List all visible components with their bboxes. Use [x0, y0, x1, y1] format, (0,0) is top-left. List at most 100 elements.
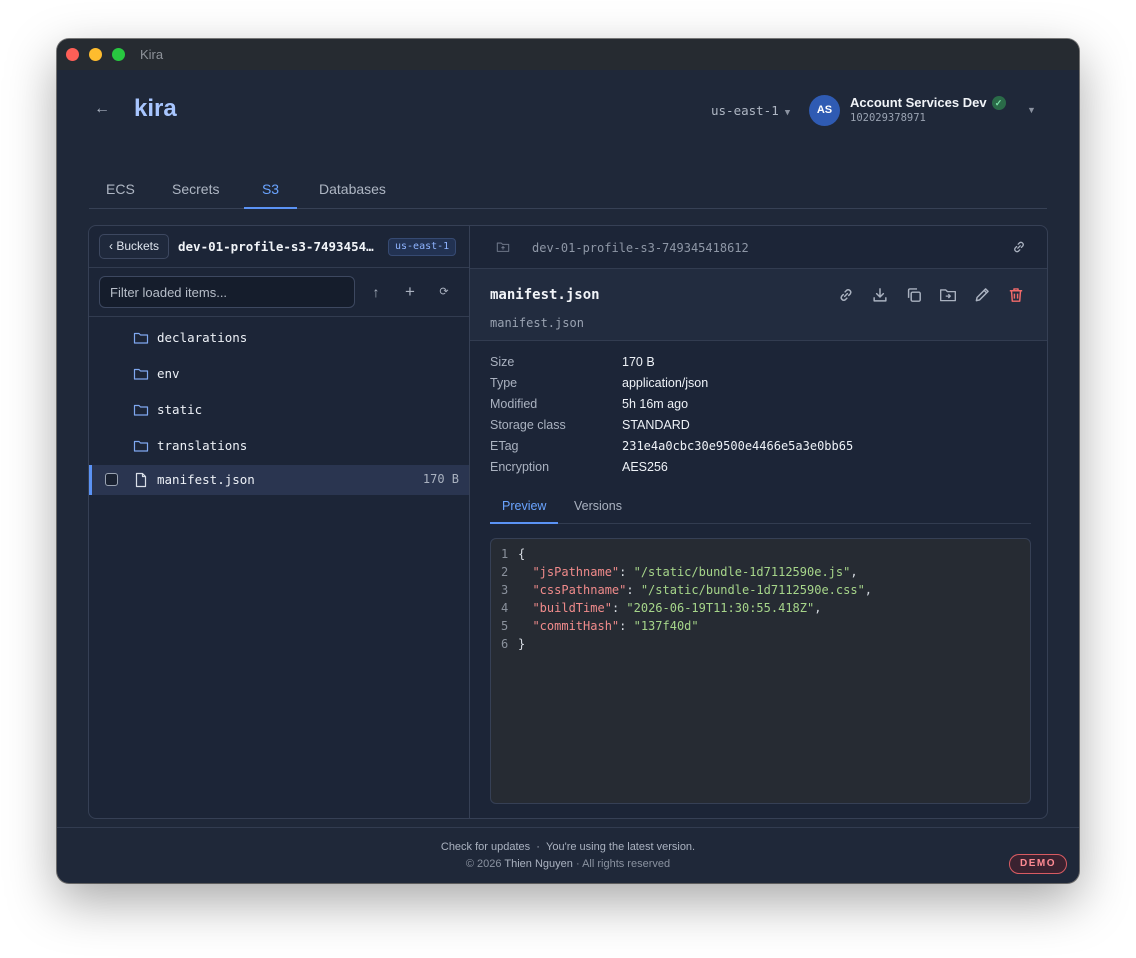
copy-link-icon[interactable] — [837, 286, 855, 304]
minimize-window-button[interactable] — [89, 48, 102, 61]
account-name[interactable]: Account Services Dev ✓ — [850, 95, 1006, 110]
check-updates-link[interactable]: Check for updates — [441, 841, 530, 853]
list-item-name: declarations — [157, 330, 248, 345]
filter-input[interactable] — [99, 276, 355, 308]
code-line: 1{ — [491, 545, 1030, 563]
json-value: "/static/bundle-1d7112590e.js" — [633, 565, 851, 579]
list-item-name: translations — [157, 438, 248, 453]
folder-icon — [133, 332, 149, 344]
upload-arrow-icon[interactable]: ↑ — [367, 283, 385, 301]
list-item[interactable]: declarations — [89, 323, 469, 353]
preview-tabs: Preview Versions — [490, 490, 1031, 524]
code-line: 6} — [491, 635, 1030, 653]
list-item-name: manifest.json — [157, 472, 255, 487]
tab-ecs[interactable]: ECS — [106, 181, 135, 209]
move-to-folder-icon[interactable] — [939, 286, 957, 304]
list-item[interactable]: env — [89, 359, 469, 389]
chevron-down-icon: ▼ — [784, 108, 791, 118]
meta-modified: 5h 16m ago — [622, 397, 689, 411]
list-item[interactable]: translations — [89, 431, 469, 461]
file-key: manifest.json — [490, 316, 584, 330]
app-name: kira — [134, 95, 177, 122]
meta-encryption-label: Encryption — [490, 460, 550, 474]
verified-check-icon: ✓ — [991, 96, 1006, 110]
code-text: "buildTime": "2026-06-19T11:30:55.418Z", — [532, 601, 822, 615]
zoom-window-button[interactable] — [112, 48, 125, 61]
line-number: 4 — [501, 601, 509, 615]
window-title: Kira — [140, 47, 164, 62]
tab-databases[interactable]: Databases — [319, 181, 386, 209]
footer: Check for updates · You're using the lat… — [57, 827, 1079, 883]
tab-versions[interactable]: Versions — [574, 499, 622, 524]
demo-badge: DEMO — [1009, 854, 1067, 874]
meta-type-label: Type — [490, 376, 518, 390]
author-name: Thien Nguyen — [504, 858, 573, 870]
code-text: "jsPathname": "/static/bundle-1d7112590e… — [532, 565, 858, 579]
code-text: "commitHash": "137f40d" — [532, 619, 699, 633]
meta-size-label: Size — [490, 355, 515, 369]
edit-pencil-icon[interactable] — [973, 286, 991, 304]
title-bar: Kira — [57, 39, 1079, 70]
tab-secrets[interactable]: Secrets — [172, 181, 219, 209]
main-tabs: ECS Secrets S3 Databases — [89, 174, 1047, 209]
region-badge: us-east-1 — [388, 238, 457, 256]
folder-icon — [133, 440, 149, 452]
avatar[interactable]: AS — [809, 95, 840, 126]
download-icon[interactable] — [871, 286, 889, 304]
json-value: "137f40d" — [633, 619, 699, 633]
list-item-name: static — [157, 402, 203, 417]
delete-trash-icon[interactable] — [1007, 286, 1025, 304]
file-title: manifest.json — [490, 287, 600, 303]
update-status: Check for updates · You're using the lat… — [440, 841, 696, 853]
line-number: 5 — [501, 619, 509, 633]
line-number: 1 — [501, 547, 509, 561]
code-line: 4 "buildTime": "2026-06-19T11:30:55.418Z… — [491, 599, 1030, 617]
meta-storage: STANDARD — [622, 418, 690, 432]
code-line: 5 "commitHash": "137f40d" — [491, 617, 1030, 635]
json-key: "buildTime" — [532, 601, 612, 615]
line-number: 2 — [501, 565, 509, 579]
app-window: Kira ← kira us-east-1 ▼ AS Account Servic… — [57, 39, 1079, 883]
object-path-bar: dev-01-profile-s3-749345418612 — [470, 226, 1047, 269]
meta-etag: 231e4a0cbc30e9500e4466e5a3e0bb65 — [622, 439, 854, 453]
bucket-name: dev-01-profile-s3-749345418612 — [178, 239, 378, 254]
select-checkbox[interactable] — [105, 473, 118, 486]
list-item-selected[interactable]: manifest.json 170 B — [89, 465, 469, 495]
code-text: } — [518, 637, 526, 651]
copy-link-icon[interactable] — [1011, 239, 1027, 255]
folder-icon — [133, 404, 149, 416]
json-key: "commitHash" — [532, 619, 620, 633]
add-icon[interactable]: + — [401, 283, 419, 301]
refresh-icon[interactable]: ⟳ — [435, 283, 453, 301]
rights-text: · All rights reserved — [575, 858, 671, 870]
copyright-year: © 2026 — [465, 858, 502, 870]
json-value: "/static/bundle-1d7112590e.css" — [640, 583, 865, 597]
code-text: { — [518, 547, 526, 561]
account-name-text: Account Services Dev — [850, 95, 987, 110]
line-number: 3 — [501, 583, 509, 597]
json-key: "jsPathname" — [532, 565, 620, 579]
region-select-value: us-east-1 — [711, 103, 779, 118]
object-list-pane: ‹ Buckets dev-01-profile-s3-749345418612… — [89, 226, 470, 818]
copyright: © 2026 Thien Nguyen · All rights reserve… — [57, 858, 1079, 870]
code-line: 3 "cssPathname": "/static/bundle-1d71125… — [491, 581, 1030, 599]
meta-modified-label: Modified — [490, 397, 538, 411]
folder-up-icon[interactable] — [496, 240, 510, 254]
folder-icon — [133, 368, 149, 380]
code-text: "cssPathname": "/static/bundle-1d7112590… — [532, 583, 873, 597]
bucket-breadcrumb: ‹ Buckets dev-01-profile-s3-749345418612… — [89, 226, 469, 268]
file-header: manifest.json manifest.json — [470, 269, 1047, 341]
account-menu-chevron-icon[interactable]: ▼ — [1027, 105, 1036, 115]
update-status-text: You're using the latest version. — [546, 841, 696, 853]
back-arrow-icon[interactable]: ← — [94, 99, 114, 119]
meta-type: application/json — [622, 376, 709, 390]
list-item[interactable]: static — [89, 395, 469, 425]
file-size: 170 B — [422, 472, 459, 486]
buckets-back-button[interactable]: ‹ Buckets — [99, 234, 170, 259]
region-select[interactable]: us-east-1 ▼ — [711, 103, 790, 118]
meta-size: 170 B — [622, 355, 655, 369]
copy-icon[interactable] — [905, 286, 923, 304]
close-window-button[interactable] — [66, 48, 79, 61]
tab-s3[interactable]: S3 — [244, 181, 297, 209]
tab-preview[interactable]: Preview — [490, 499, 559, 524]
